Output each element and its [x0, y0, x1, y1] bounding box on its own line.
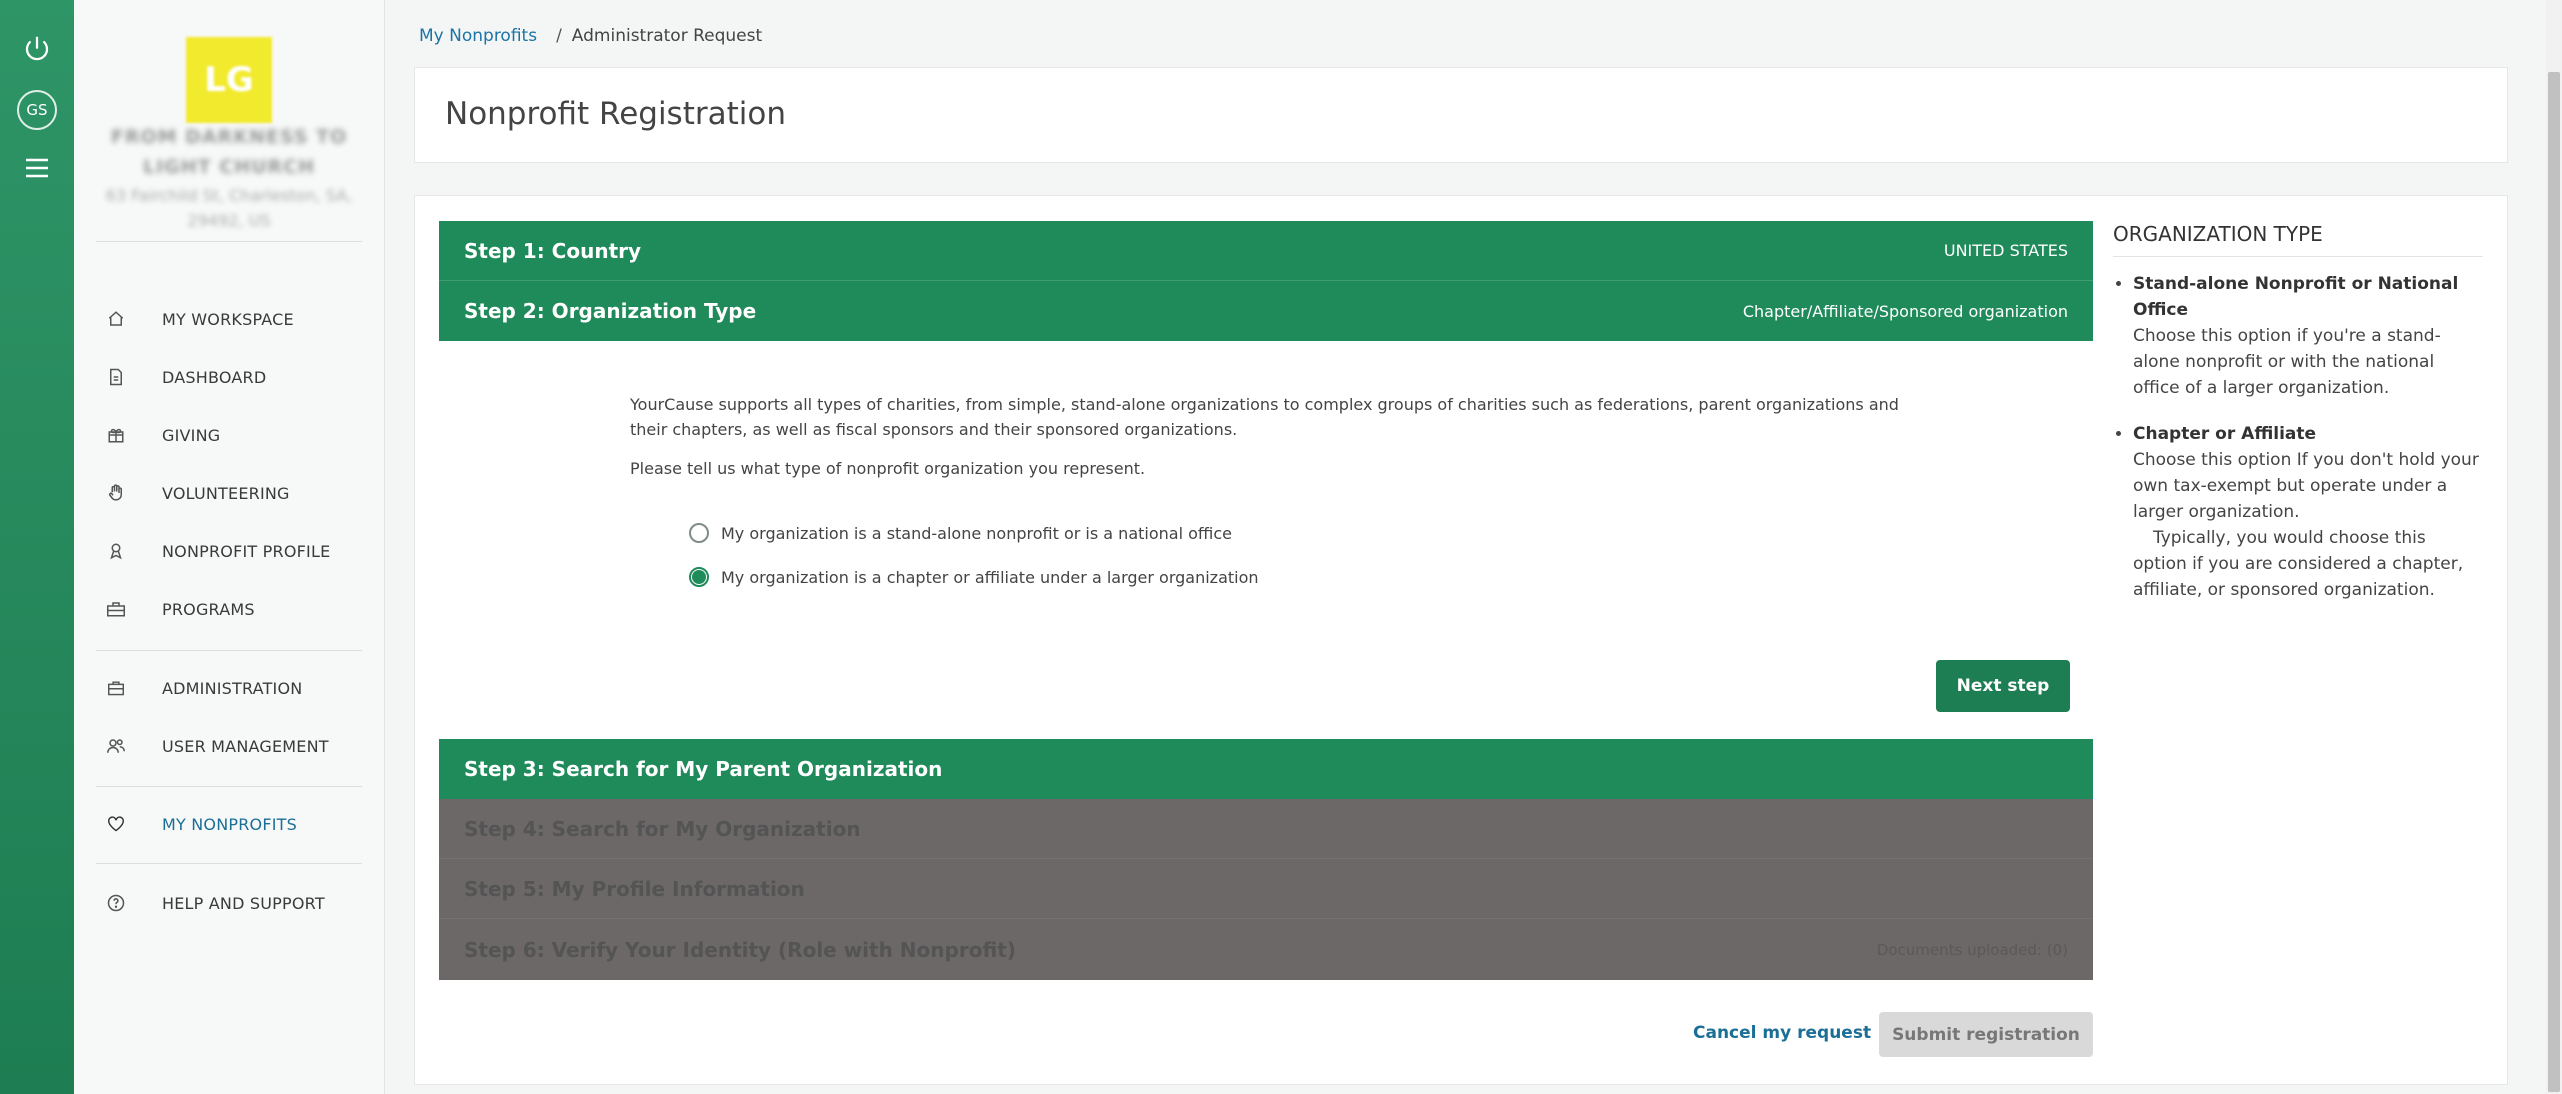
sidebar-item-administration[interactable]: ADMINISTRATION: [96, 668, 362, 708]
document-icon: [106, 367, 126, 387]
step-6-header: Step 6: Verify Your Identity (Role with …: [439, 919, 2093, 980]
help-list: Stand-alone Nonprofit or National Office…: [2113, 271, 2483, 603]
briefcase-icon: [106, 678, 126, 698]
sidebar-item-label: DASHBOARD: [162, 367, 267, 387]
help-item: Chapter or Affiliate Choose this option …: [2133, 421, 2483, 603]
help-item-name: Stand-alone Nonprofit or National Office: [2133, 274, 2459, 320]
power-icon[interactable]: [15, 27, 59, 71]
step-value: Chapter/Affiliate/Sponsored organization: [1742, 301, 2068, 321]
sidebar-divider: [96, 650, 362, 651]
step-title: Step 4: Search for My Organization: [464, 816, 861, 841]
title-card: Nonprofit Registration: [414, 67, 2508, 163]
app-rail: GS: [0, 0, 74, 1094]
documents-uploaded-count: Documents uploaded: (0): [1876, 940, 2068, 959]
sidebar-item-label: VOLUNTEERING: [162, 483, 290, 503]
sidebar-item-help-and-support[interactable]: HELP AND SUPPORT: [96, 883, 362, 923]
sidebar: LG FROM DARKNESS TO LIGHT CHURCH 63 Fair…: [74, 0, 385, 1094]
radio-button[interactable]: [689, 523, 709, 543]
sidebar-item-programs[interactable]: PROGRAMS: [96, 589, 362, 629]
help-item-name: Chapter or Affiliate: [2133, 424, 2317, 444]
sidebar-item-label: ADMINISTRATION: [162, 678, 303, 698]
radio-option-standalone[interactable]: My organization is a stand-alone nonprof…: [689, 523, 1232, 543]
sidebar-item-label: PROGRAMS: [162, 599, 255, 619]
step-2-body: YourCause supports all types of charitie…: [439, 341, 2093, 740]
sidebar-item-label: GIVING: [162, 425, 221, 445]
avatar[interactable]: GS: [17, 90, 57, 130]
help-title: ORGANIZATION TYPE: [2113, 222, 2483, 257]
org-logo: LG: [186, 37, 272, 123]
sidebar-item-nonprofit-profile[interactable]: NONPROFIT PROFILE: [96, 531, 362, 571]
sidebar-divider: [96, 241, 362, 242]
sidebar-item-label: HELP AND SUPPORT: [162, 893, 325, 913]
scrollbar-thumb[interactable]: [2548, 72, 2560, 1092]
sidebar-item-volunteering[interactable]: VOLUNTEERING: [96, 473, 362, 513]
radio-label: My organization is a chapter or affiliat…: [721, 567, 1259, 587]
step-4-header: Step 4: Search for My Organization: [439, 799, 2093, 859]
step-3-header[interactable]: Step 3: Search for My Parent Organizatio…: [439, 739, 2093, 799]
scrollbar[interactable]: [2546, 0, 2562, 1094]
step-title: Step 3: Search for My Parent Organizatio…: [464, 757, 943, 781]
cancel-request-link[interactable]: Cancel my request: [1693, 1023, 1871, 1043]
help-item: Stand-alone Nonprofit or National Office…: [2133, 271, 2483, 401]
help-item-text: Choose this option If you don't hold you…: [2133, 450, 2479, 522]
sidebar-item-my-workspace[interactable]: MY WORKSPACE: [96, 299, 362, 339]
submit-registration-button[interactable]: Submit registration: [1879, 1012, 2093, 1057]
breadcrumb-link-my-nonprofits[interactable]: My Nonprofits: [419, 26, 537, 46]
step-title: Step 5: My Profile Information: [464, 876, 805, 901]
users-icon: [106, 736, 126, 756]
radio-button-checked[interactable]: [689, 567, 709, 587]
step-2-header[interactable]: Step 2: Organization Type Chapter/Affili…: [439, 281, 2093, 341]
sidebar-item-label: MY NONPROFITS: [162, 814, 298, 834]
question-icon: [106, 893, 126, 913]
sidebar-item-dashboard[interactable]: DASHBOARD: [96, 357, 362, 397]
next-step-button[interactable]: Next step: [1936, 660, 2070, 712]
hamburger-menu-icon[interactable]: [15, 146, 59, 190]
heart-icon: [106, 814, 126, 834]
sidebar-item-my-nonprofits[interactable]: MY NONPROFITS: [96, 804, 362, 844]
sidebar-item-label: USER MANAGEMENT: [162, 736, 329, 756]
help-panel: ORGANIZATION TYPE Stand-alone Nonprofit …: [2113, 222, 2483, 623]
step-value: UNITED STATES: [1943, 241, 2068, 260]
breadcrumb-current: Administrator Request: [571, 26, 763, 46]
breadcrumb-separator: /: [556, 26, 562, 46]
help-item-extra: Typically, you would choose this option …: [2133, 528, 2464, 600]
breadcrumb: My Nonprofits / Administrator Request: [419, 26, 762, 46]
sidebar-item-user-management[interactable]: USER MANAGEMENT: [96, 726, 362, 766]
page-title: Nonprofit Registration: [445, 96, 786, 132]
help-item-text: Choose this option if you're a stand-alo…: [2133, 326, 2441, 398]
ribbon-icon: [106, 541, 126, 561]
step-1-header[interactable]: Step 1: Country UNITED STATES: [439, 221, 2093, 281]
hand-icon: [106, 483, 126, 503]
org-address: 63 Fairchild St, Charleston, SA, 29492, …: [105, 186, 353, 230]
sidebar-divider: [96, 863, 362, 864]
step-title: Step 1: Country: [464, 238, 642, 263]
step-5-header: Step 5: My Profile Information: [439, 859, 2093, 919]
radio-option-chapter[interactable]: My organization is a chapter or affiliat…: [689, 567, 1259, 587]
home-icon: [106, 309, 126, 329]
intro-text: YourCause supports all types of charitie…: [630, 395, 1899, 439]
org-name: FROM DARKNESS TO LIGHT CHURCH: [110, 126, 348, 178]
step-title: Step 6: Verify Your Identity (Role with …: [464, 937, 1016, 962]
sidebar-divider: [96, 786, 362, 787]
gift-icon: [106, 425, 126, 445]
step-title: Step 2: Organization Type: [464, 299, 757, 323]
programs-icon: [106, 599, 126, 619]
sidebar-item-label: NONPROFIT PROFILE: [162, 541, 331, 561]
sidebar-item-label: MY WORKSPACE: [162, 309, 294, 329]
radio-label: My organization is a stand-alone nonprof…: [721, 523, 1232, 543]
sidebar-item-giving[interactable]: GIVING: [96, 415, 362, 455]
prompt-text: Please tell us what type of nonprofit or…: [630, 459, 1146, 478]
